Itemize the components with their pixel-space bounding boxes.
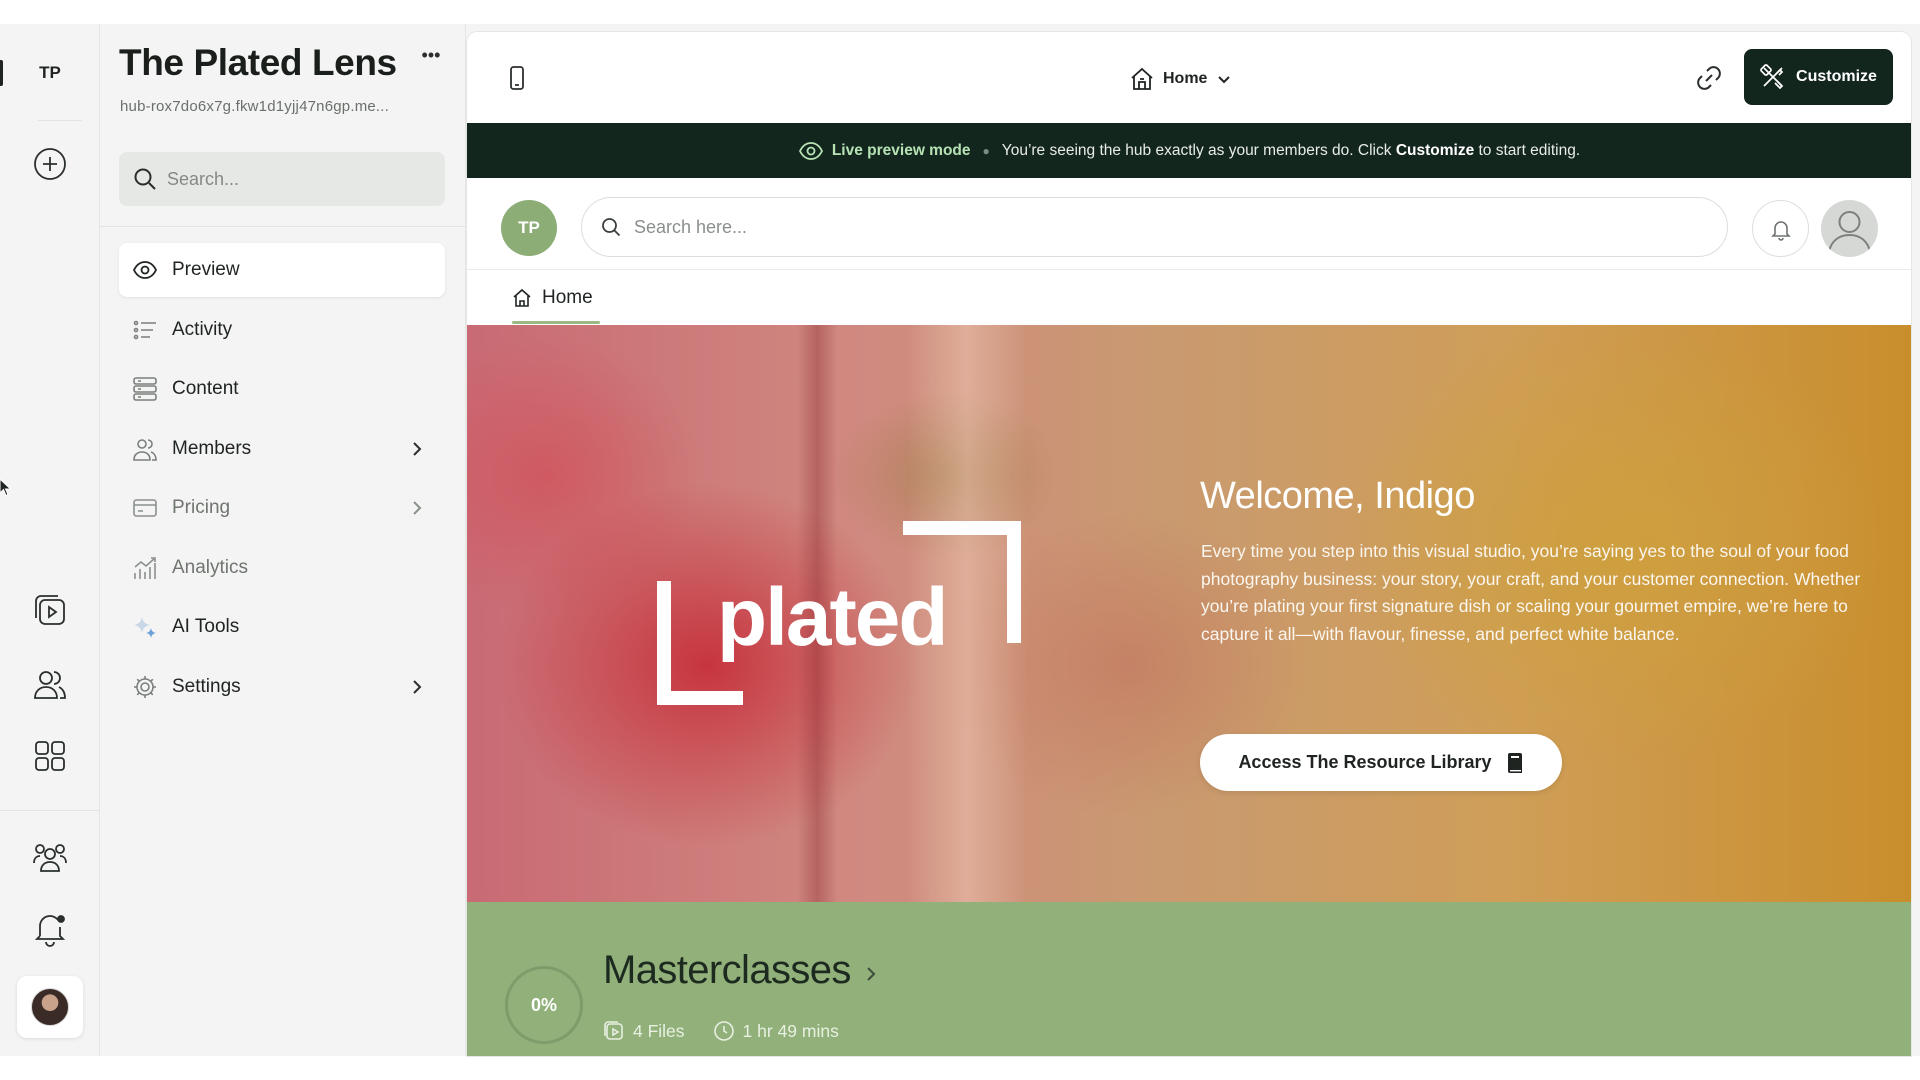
sidebar-divider (100, 226, 466, 227)
chevron-down-icon (1218, 76, 1231, 84)
video-library-icon[interactable] (28, 588, 72, 632)
sidebar-item-label: Preview (172, 259, 240, 280)
live-preview-banner: Live preview mode ● You’re seeing the hu… (467, 123, 1911, 178)
community-icon[interactable] (28, 836, 72, 880)
eye-icon (798, 141, 823, 160)
search-icon (134, 168, 156, 190)
add-circle-icon[interactable] (28, 142, 72, 186)
preview-toolbar: Home Customize (467, 32, 1911, 123)
customize-button[interactable]: Customize (1744, 49, 1893, 105)
hub-tab-bar: Home (467, 270, 1911, 325)
rail-divider (38, 120, 82, 121)
eye-icon (132, 257, 158, 283)
chevron-right-icon (411, 678, 423, 696)
sidebar-item-label: Analytics (172, 556, 249, 578)
home-icon (1131, 67, 1153, 90)
sidebar-item-preview[interactable]: Preview (119, 243, 445, 297)
logo-wordmark: plated (717, 572, 948, 663)
activity-list-icon (132, 317, 158, 343)
plated-logo: plated (657, 521, 1037, 711)
user-profile-icon[interactable] (1821, 200, 1878, 257)
avatar (31, 988, 69, 1026)
separator-dot: ● (982, 143, 990, 158)
chevron-right-icon (411, 499, 423, 517)
credit-card-icon (132, 495, 158, 521)
hub-avatar[interactable]: TP (501, 200, 557, 256)
video-file-icon (604, 1021, 623, 1040)
people-icon[interactable] (28, 662, 72, 706)
user-avatar-button[interactable] (17, 976, 83, 1038)
apps-grid-icon[interactable] (28, 734, 72, 778)
tab-home-label: Home (542, 286, 593, 308)
welcome-hero: plated Welcome, Indigo Every time you st… (467, 325, 1911, 902)
search-icon (602, 218, 621, 237)
sidebar-item-label: Content (172, 378, 239, 399)
welcome-body-text: Every time you step into this visual stu… (1201, 541, 1861, 644)
sidebar-item-label: Members (172, 437, 252, 459)
sidebar-item-analytics[interactable]: Analytics (119, 541, 445, 595)
sparkle-icon (132, 614, 158, 640)
rail-divider (0, 810, 100, 811)
resource-library-button[interactable]: Access The Resource Library (1200, 734, 1562, 791)
course-title[interactable]: Masterclasses (603, 948, 851, 993)
sidebar-item-label: Pricing (172, 497, 231, 518)
sidebar-item-label: Activity (172, 318, 233, 340)
sidebar-item-pricing[interactable]: Pricing (119, 481, 445, 535)
members-icon (132, 436, 158, 462)
sidebar-item-activity[interactable]: Activity (119, 303, 445, 357)
sidebar-item-label: AI Tools (172, 616, 240, 637)
content-stack-icon (132, 376, 158, 402)
hub-search-placeholder: Search here... (634, 216, 748, 237)
bell-icon[interactable] (1752, 200, 1809, 257)
page-selector-dropdown[interactable]: Home (1129, 64, 1233, 94)
banner-message: You’re seeing the hub exactly as your me… (1001, 141, 1581, 159)
more-options-icon[interactable]: ••• (419, 46, 443, 64)
course-progress-ring: 0% (505, 966, 583, 1044)
app-window: TP The Plated Lens ••• hub-rox7do6x7g.fk… (0, 24, 1920, 1056)
copy-link-icon[interactable] (1693, 62, 1725, 94)
tab-active-underline (512, 321, 600, 324)
hub-search-input[interactable]: Search here... (581, 197, 1728, 257)
left-rail: TP (0, 24, 100, 1056)
sidebar-item-settings[interactable]: Settings (119, 660, 445, 714)
course-file-count: 4 Files (633, 1020, 685, 1041)
workspace-switcher[interactable]: TP (30, 60, 70, 86)
resource-library-label: Access The Resource Library (1238, 752, 1492, 772)
gear-icon (132, 674, 158, 700)
course-duration: 1 hr 49 mins (742, 1020, 839, 1041)
welcome-heading: Welcome, Indigo (1200, 475, 1475, 517)
rail-active-indicator (0, 60, 3, 86)
hub-sidebar: The Plated Lens ••• hub-rox7do6x7g.fkw1d… (100, 24, 466, 1056)
hub-preview-panel: Home Customize Live preview mode ● You’r… (467, 32, 1911, 1056)
mobile-device-icon[interactable] (503, 64, 531, 92)
clock-icon (713, 1021, 734, 1041)
hub-title: The Plated Lens (119, 42, 397, 83)
sidebar-item-label: Settings (172, 675, 241, 697)
sidebar-item-members[interactable]: Members (119, 422, 445, 476)
page-selector-label: Home (1163, 70, 1208, 87)
course-card-masterclasses[interactable]: 0% Masterclasses 4 Files 1 hr 49 mins (467, 902, 1911, 1056)
sidebar-item-content[interactable]: Content (119, 362, 445, 416)
live-preview-label: Live preview mode (831, 141, 971, 159)
mouse-cursor-icon (0, 479, 12, 497)
sidebar-search-input[interactable]: Search... (119, 152, 445, 206)
chevron-right-icon (411, 440, 423, 458)
sidebar-nav: Preview Activity Content Members Pricing… (119, 243, 445, 719)
sidebar-search-placeholder: Search... (167, 168, 240, 189)
chevron-right-icon[interactable] (866, 966, 876, 982)
home-icon (513, 288, 531, 307)
hub-url[interactable]: hub-rox7do6x7g.fkw1d1yjj47n6gp.me... (120, 98, 389, 115)
tab-home[interactable]: Home (512, 270, 593, 325)
analytics-chart-icon (132, 555, 158, 581)
book-icon (1507, 752, 1522, 773)
sidebar-item-ai-tools[interactable]: AI Tools (119, 600, 445, 654)
notification-bell-icon[interactable] (28, 906, 72, 950)
course-meta: 4 Files 1 hr 49 mins (603, 1020, 839, 1042)
customize-label: Customize (1796, 68, 1877, 85)
customize-tools-icon (1760, 64, 1784, 90)
hub-header: TP Search here... (467, 178, 1911, 270)
